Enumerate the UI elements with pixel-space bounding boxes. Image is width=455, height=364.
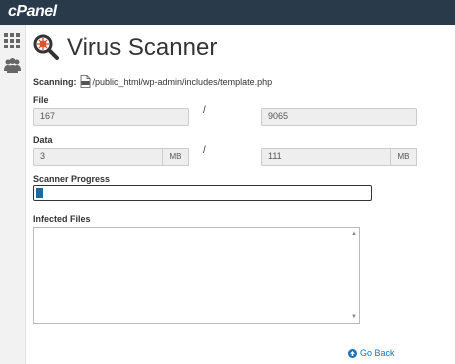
main-content: Virus Scanner Scanning: /public_html/wp-… xyxy=(26,25,455,364)
virus-scanner-icon xyxy=(32,33,60,61)
data-separator: / xyxy=(203,145,206,156)
page-title: Virus Scanner xyxy=(67,34,218,61)
files-total-field: 9065 xyxy=(261,108,417,126)
scanning-label: Scanning: xyxy=(33,76,77,87)
textarea-scrollbar[interactable]: ▲ ▼ xyxy=(349,228,359,323)
file-separator: / xyxy=(203,105,206,116)
data-scanned-field: 3 xyxy=(33,148,163,166)
scanning-status: Scanning: /public_html/wp-admin/includes… xyxy=(33,75,272,88)
users-icon[interactable] xyxy=(3,56,22,75)
circle-arrow-up-icon xyxy=(348,348,357,358)
files-scanned-field: 167 xyxy=(33,108,189,126)
data-total-field: 111 xyxy=(261,148,391,166)
infected-files-textarea[interactable]: ▲ ▼ xyxy=(33,227,360,324)
php-file-icon xyxy=(80,75,91,88)
infected-files-label: Infected Files xyxy=(33,214,91,224)
scanner-progress-bar xyxy=(33,185,372,201)
progress-fill xyxy=(36,188,43,198)
sidebar xyxy=(0,25,26,364)
file-label: File xyxy=(33,95,49,105)
go-back-label: Go Back xyxy=(360,348,395,358)
scanning-path: /public_html/wp-admin/includes/template.… xyxy=(92,76,273,87)
scroll-down-icon[interactable]: ▼ xyxy=(351,314,357,320)
top-bar: cPanel xyxy=(0,0,455,25)
go-back-link[interactable]: Go Back xyxy=(348,348,395,358)
data-total-unit: MB xyxy=(391,148,417,166)
cpanel-logo[interactable]: cPanel xyxy=(8,3,57,21)
data-scanned-unit: MB xyxy=(163,148,189,166)
scroll-up-icon[interactable]: ▲ xyxy=(351,231,357,237)
scanner-progress-label: Scanner Progress xyxy=(33,174,111,184)
data-label: Data xyxy=(33,135,53,145)
grid-icon[interactable] xyxy=(3,31,22,50)
